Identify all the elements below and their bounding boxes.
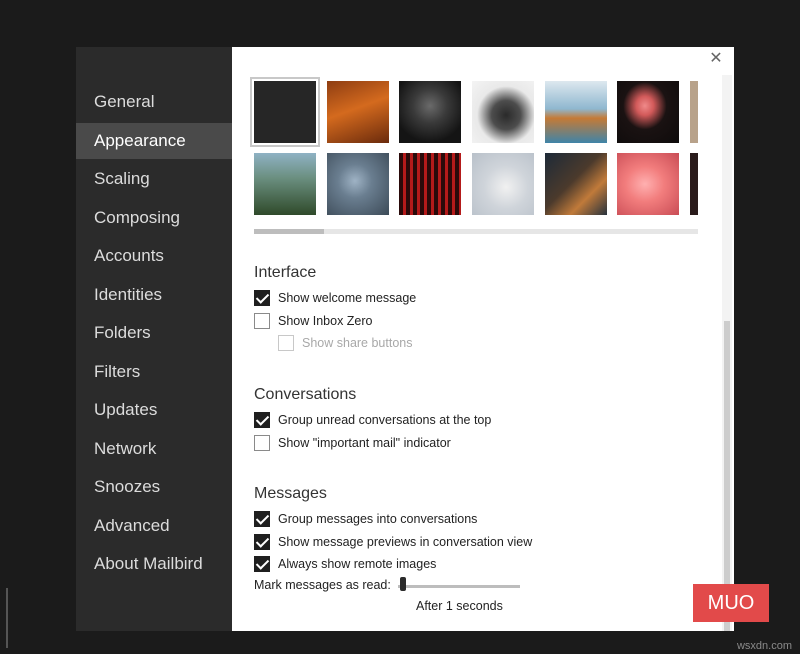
theme-thumb-dog-beach[interactable] — [545, 81, 607, 143]
theme-thumb-autumn-forest[interactable] — [327, 81, 389, 143]
settings-dialog: General Appearance Scaling Composing Acc… — [76, 47, 734, 631]
important-mail-indicator-checkbox[interactable] — [254, 435, 270, 451]
theme-thumb-dog-sculpture[interactable] — [472, 81, 534, 143]
theme-thumb-dark[interactable] — [250, 77, 320, 147]
message-previews-checkbox[interactable] — [254, 534, 270, 550]
remote-images-option[interactable]: Always show remote images — [254, 554, 436, 574]
show-welcome-message-option[interactable]: Show welcome message — [254, 288, 416, 308]
conversations-section-title: Conversations — [254, 386, 357, 403]
theme-scroll-thumb[interactable] — [254, 229, 324, 234]
show-welcome-message-checkbox[interactable] — [254, 290, 270, 306]
close-icon[interactable]: ✕ — [708, 51, 724, 67]
sidebar-item-folders[interactable]: Folders — [76, 315, 232, 351]
show-inbox-zero-option[interactable]: Show Inbox Zero — [254, 311, 373, 331]
sidebar-item-accounts[interactable]: Accounts — [76, 238, 232, 274]
show-welcome-message-label: Show welcome message — [278, 291, 417, 305]
settings-sidebar: General Appearance Scaling Composing Acc… — [76, 47, 232, 631]
window-edge — [6, 588, 8, 648]
appearance-panel: ✕ Interface Show welcome message Show In… — [232, 47, 734, 631]
theme-thumb-red-circuit[interactable] — [399, 153, 461, 215]
group-unread-label: Group unread conversations at the top — [278, 413, 492, 427]
theme-thumb-flamingo-dark[interactable] — [617, 81, 679, 143]
sidebar-item-composing[interactable]: Composing — [76, 200, 232, 236]
sidebar-item-appearance[interactable]: Appearance — [76, 123, 232, 159]
message-previews-option[interactable]: Show message previews in conversation vi… — [254, 532, 532, 552]
remote-images-label: Always show remote images — [278, 557, 437, 571]
sidebar-item-general[interactable]: General — [76, 84, 232, 120]
theme-thumb-partial[interactable] — [690, 81, 698, 143]
sidebar-item-advanced[interactable]: Advanced — [76, 508, 232, 544]
theme-horizontal-scrollbar[interactable] — [254, 229, 698, 234]
theme-thumb-white-cat[interactable] — [472, 153, 534, 215]
theme-thumb-cat-window[interactable] — [545, 153, 607, 215]
show-inbox-zero-label: Show Inbox Zero — [278, 314, 373, 328]
important-mail-indicator-label: Show "important mail" indicator — [278, 436, 451, 450]
group-messages-label: Group messages into conversations — [278, 512, 478, 526]
sidebar-item-about-mailbird[interactable]: About Mailbird — [76, 546, 232, 582]
sidebar-item-scaling[interactable]: Scaling — [76, 161, 232, 197]
message-previews-label: Show message previews in conversation vi… — [278, 535, 533, 549]
sidebar-item-filters[interactable]: Filters — [76, 354, 232, 390]
show-share-buttons-option: Show share buttons — [278, 333, 413, 353]
theme-thumb-robot[interactable] — [399, 81, 461, 143]
mark-read-slider-track[interactable] — [398, 585, 520, 588]
theme-thumb-waterfall-bridge[interactable] — [254, 153, 316, 215]
group-messages-option[interactable]: Group messages into conversations — [254, 509, 477, 529]
important-mail-indicator-option[interactable]: Show "important mail" indicator — [254, 433, 451, 453]
sidebar-item-network[interactable]: Network — [76, 431, 232, 467]
group-unread-option[interactable]: Group unread conversations at the top — [254, 410, 491, 430]
theme-thumb-network-map[interactable] — [327, 153, 389, 215]
show-share-buttons-checkbox — [278, 335, 294, 351]
mark-read-slider-handle[interactable] — [400, 577, 406, 591]
mark-read-value: After 1 seconds — [416, 599, 503, 613]
theme-thumb-flamingo-pink[interactable] — [617, 153, 679, 215]
footer-url: wsxdn.com — [736, 640, 792, 652]
theme-thumb-partial-2[interactable] — [690, 153, 698, 215]
interface-section-title: Interface — [254, 264, 317, 281]
sidebar-item-identities[interactable]: Identities — [76, 277, 232, 313]
sidebar-item-updates[interactable]: Updates — [76, 392, 232, 428]
panel-vertical-scrollbar[interactable] — [722, 75, 732, 631]
watermark-logo: MUO — [693, 584, 769, 622]
show-share-buttons-label: Show share buttons — [302, 336, 413, 350]
show-inbox-zero-checkbox[interactable] — [254, 313, 270, 329]
mark-read-label: Mark messages as read: — [254, 578, 391, 592]
group-unread-checkbox[interactable] — [254, 412, 270, 428]
messages-section-title: Messages — [254, 485, 327, 502]
sidebar-item-snoozes[interactable]: Snoozes — [76, 469, 232, 505]
group-messages-checkbox[interactable] — [254, 511, 270, 527]
remote-images-checkbox[interactable] — [254, 556, 270, 572]
